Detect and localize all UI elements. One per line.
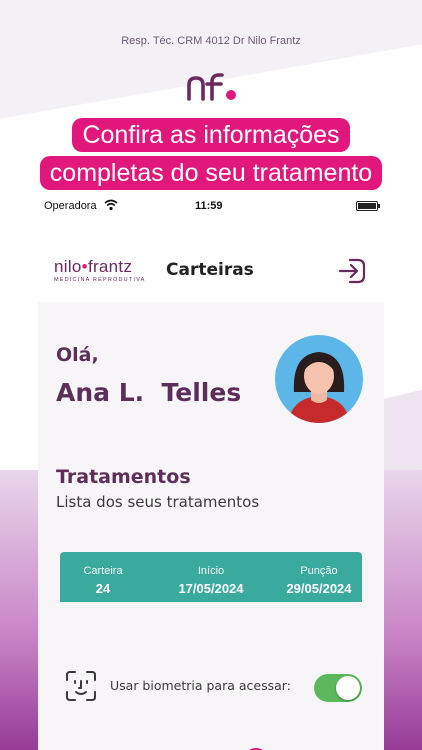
avatar [275, 335, 363, 423]
brand-logo: nilo•frantz MEDICINA REPRODUTIVA [54, 258, 150, 288]
status-time: 11:59 [195, 200, 223, 212]
app-bar: nilo•frantz MEDICINA REPRODUTIVA Carteir… [38, 246, 384, 296]
wifi-icon [104, 199, 118, 211]
treatment-col-header: Carteira [83, 565, 123, 577]
phone-screen: Operadora 11:59 nilo•frantz MEDICINA REP… [38, 196, 384, 750]
brand-name-part1: nilo [54, 257, 82, 276]
promo-line-1: Confira as informações [72, 118, 350, 152]
treatment-col-header: Início [197, 565, 225, 577]
treatment-col-carteira: Carteira 24 [60, 552, 146, 602]
carrier-label: Operadora [44, 200, 97, 212]
treatments-subtitle: Lista dos seus tratamentos [56, 493, 260, 511]
treatment-col-value: 17/05/2024 [178, 581, 244, 596]
logout-icon[interactable] [338, 258, 366, 284]
treatment-col-header: Punção [300, 565, 338, 577]
page-title: Carteiras [166, 260, 254, 280]
status-bar: Operadora 11:59 [38, 196, 384, 218]
treatment-col-inicio: Início 17/05/2024 [156, 552, 266, 602]
toggle-knob [336, 676, 360, 700]
battery-icon [356, 201, 380, 211]
main-content: Olá, Ana L. Telles Tratamentos Lista dos… [38, 302, 384, 750]
promo-line-2: completas do seu tratamento [39, 156, 383, 190]
brand-name-part2: frantz [87, 257, 133, 276]
biometrics-label: Usar biometria para acessar: [110, 678, 291, 693]
treatment-col-value: 24 [95, 581, 111, 596]
treatments-title: Tratamentos [56, 466, 191, 488]
biometrics-toggle[interactable] [314, 674, 362, 702]
battery-fill [358, 203, 376, 209]
promo-headline: Confira as informações completas do seu … [0, 118, 422, 190]
greeting-hello: Olá, [56, 344, 99, 366]
treatment-card[interactable]: Carteira 24 Início 17/05/2024 Punção 29/… [60, 552, 362, 602]
treatment-col-puncao: Punção 29/05/2024 [272, 552, 366, 602]
treatment-col-value: 29/05/2024 [286, 581, 352, 596]
user-name: Ana L. Telles [56, 378, 242, 407]
brand-name: nilo•frantz [54, 258, 150, 276]
brand-subtitle: MEDICINA REPRODUTIVA [54, 277, 146, 283]
responsible-text: Resp. Téc. CRM 4012 Dr Nilo Frantz [121, 35, 301, 47]
nf-logo [187, 73, 236, 101]
face-id-icon [66, 671, 96, 701]
bottom-tab-bar [38, 742, 384, 750]
